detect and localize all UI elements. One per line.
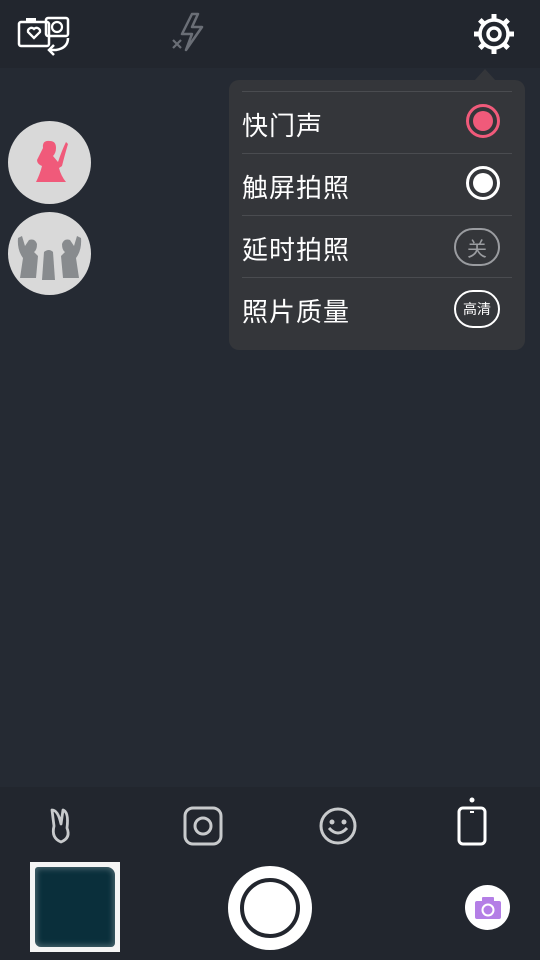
single-pose-icon xyxy=(36,140,68,182)
gallery-photo xyxy=(35,867,115,947)
menu-item-shutter-sound[interactable]: 快门声 xyxy=(242,91,512,153)
settings-gear-icon[interactable] xyxy=(472,12,516,56)
shutter-button[interactable] xyxy=(228,866,312,950)
flash-off-icon[interactable] xyxy=(168,10,210,56)
instagram-frame-icon[interactable] xyxy=(181,804,225,848)
menu-item-touch-capture[interactable]: 触屏拍照 xyxy=(242,153,512,215)
menu-item-label: 触屏拍照 xyxy=(242,174,351,204)
shutter-ring xyxy=(240,878,300,938)
menu-item-label: 照片质量 xyxy=(242,298,351,328)
top-bar xyxy=(0,0,540,68)
bunny-ears-icon[interactable] xyxy=(45,804,89,848)
gallery-thumbnail[interactable] xyxy=(30,862,120,952)
settings-menu: 快门声 触屏拍照 延时拍照 关 照片质量 高清 xyxy=(229,80,525,350)
switch-camera-icon[interactable] xyxy=(16,12,72,56)
timer-value[interactable]: 关 xyxy=(454,228,500,266)
touch-capture-toggle[interactable] xyxy=(466,166,500,200)
single-pose-button[interactable] xyxy=(8,121,91,204)
menu-item-timer[interactable]: 延时拍照 关 xyxy=(242,215,512,277)
smiley-icon[interactable] xyxy=(316,804,360,848)
phone-full-icon[interactable] xyxy=(450,796,494,848)
menu-item-label: 快门声 xyxy=(242,112,324,142)
photo-quality-value[interactable]: 高清 xyxy=(454,290,500,328)
shutter-sound-toggle[interactable] xyxy=(466,104,500,138)
menu-item-photo-quality[interactable]: 照片质量 高清 xyxy=(242,277,512,339)
group-pose-button[interactable] xyxy=(8,212,91,295)
menu-item-label: 延时拍照 xyxy=(242,236,351,266)
camera-icon[interactable] xyxy=(465,885,510,930)
group-pose-icon xyxy=(17,236,82,280)
